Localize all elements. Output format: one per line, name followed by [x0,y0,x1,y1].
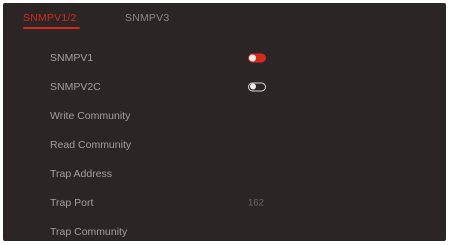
read-community-label: Read Community [50,139,132,151]
trap-community-field[interactable] [243,224,413,240]
trap-community-label: Trap Community [50,226,128,238]
snmpv1-toggle[interactable] [248,53,266,63]
setting-row-trap-address: Trap Address [3,160,446,188]
toggle-knob [249,54,256,62]
read-community-field[interactable] [243,137,413,153]
snmp-settings-panel: SNMPV1/2 SNMPV3 SNMPV1 SNMPV2C Write Com… [3,3,446,241]
snmpv2c-toggle[interactable] [248,82,266,92]
trap-address-field[interactable] [243,166,413,182]
setting-row-write-community: Write Community [3,102,446,130]
write-community-field[interactable] [243,108,413,124]
trap-port-label: Trap Port [50,197,94,209]
setting-row-trap-port: Trap Port 162 [3,189,446,217]
tab-snmpv3[interactable]: SNMPV3 [125,12,169,24]
trap-address-label: Trap Address [50,168,113,180]
tab-snmpv1-2[interactable]: SNMPV1/2 [23,12,77,24]
setting-row-snmpv1: SNMPV1 [3,44,446,72]
tab-bar: SNMPV1/2 SNMPV3 [3,3,446,31]
toggle-knob [250,83,256,89]
snmpv1-label: SNMPV1 [50,52,94,64]
active-tab-indicator [23,27,80,29]
write-community-label: Write Community [50,110,131,122]
snmpv2c-label: SNMPV2C [50,81,101,93]
setting-row-read-community: Read Community [3,131,446,159]
trap-port-value: 162 [248,197,264,209]
setting-row-trap-community: Trap Community [3,218,446,241]
trap-port-field[interactable]: 162 [243,195,413,211]
setting-row-snmpv2c: SNMPV2C [3,73,446,101]
